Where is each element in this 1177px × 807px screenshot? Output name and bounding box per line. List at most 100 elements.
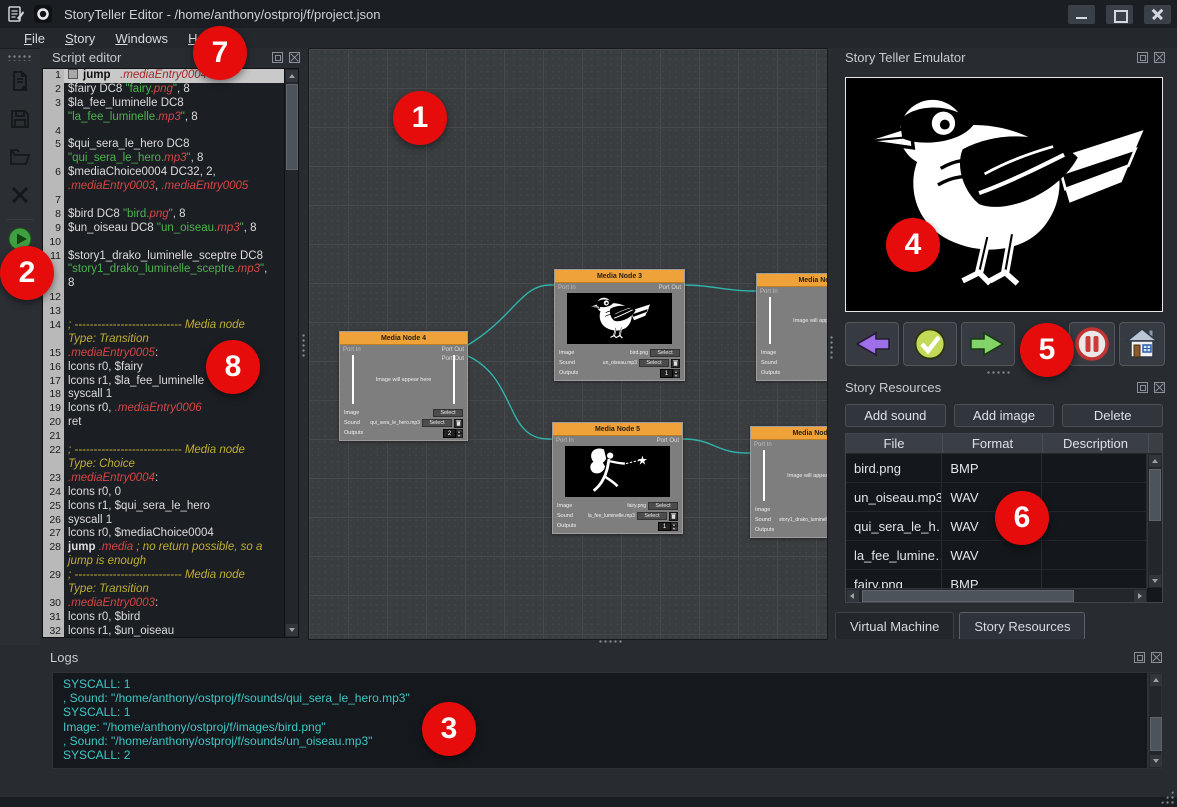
node-title[interactable]: Media Node 3 [555,270,684,283]
table-row[interactable]: fairy.pngBMP [846,570,1147,588]
table-vertical-scrollbar[interactable] [1147,454,1162,588]
table-row[interactable]: bird.pngBMP [846,454,1147,483]
code-line[interactable]: 3$la_fee_luminelle DC8 [43,97,284,111]
scroll-down-icon[interactable] [286,624,298,636]
scroll-right-icon[interactable] [1134,590,1146,602]
code-line[interactable]: 29; ---------------------------- Media n… [43,569,284,583]
column-header-format[interactable]: Format [943,434,1043,453]
float-panel-icon[interactable] [1134,652,1145,663]
table-row[interactable]: la_fee_lumine…WAV [846,541,1147,570]
code-line[interactable]: 1jump .mediaEntry0004 [43,69,284,83]
splitter-handle[interactable] [986,370,1010,376]
node-title[interactable]: Media Node 4 [340,332,467,345]
code-line[interactable]: 20ret [43,416,284,430]
code-line[interactable]: 4 [43,125,284,139]
table-horizontal-scrollbar[interactable] [846,588,1147,602]
spinner-arrows[interactable] [456,429,463,438]
tab-story-resources[interactable]: Story Resources [959,612,1085,639]
sound-select-button[interactable]: Select [637,512,667,520]
code-line[interactable]: 13 [43,305,284,319]
logs-scrollbar[interactable] [1148,672,1162,769]
code-line[interactable]: 23.mediaEntry0004: [43,472,284,486]
code-line[interactable]: 30.mediaEntry0003: [43,597,284,611]
scroll-up-icon[interactable] [286,70,298,82]
spinner-arrows[interactable] [671,522,678,531]
scroll-left-icon[interactable] [847,590,859,602]
float-panel-icon[interactable] [272,52,283,63]
scrollbar-thumb[interactable] [1149,469,1161,521]
column-header-file[interactable]: File [846,434,943,453]
code-line[interactable]: 27lcons r0, $mediaChoice0004 [43,527,284,541]
script-editor-scrollbar[interactable] [284,69,298,637]
code-line[interactable]: Type: Transition [43,583,284,597]
sound-select-button[interactable]: Select [639,359,669,367]
code-line[interactable]: 19lcons r0, .mediaEntry0006 [43,402,284,416]
column-header-description[interactable]: Description [1043,434,1149,453]
code-line[interactable]: 9$un_oiseau DC8 "un_oiseau.mp3", 8 [43,222,284,236]
scrollbar-thumb[interactable] [1150,717,1162,751]
port-out[interactable]: Port Out [659,284,681,293]
node-title[interactable]: Media Node 5 [553,423,682,436]
delete-button[interactable]: Delete [1062,404,1163,427]
port-in[interactable]: Port In [558,285,576,291]
open-folder-icon[interactable] [8,145,32,169]
add-sound-button[interactable]: Add sound [845,404,946,427]
port-in[interactable]: Port In [760,289,778,295]
script-editor[interactable]: 1jump .mediaEntry00042$fairy DC8 "fairy.… [42,68,299,638]
trash-icon[interactable] [454,419,463,428]
code-line[interactable]: 10 [43,236,284,250]
code-line[interactable]: 25lcons r1, $qui_sera_le_hero [43,500,284,514]
toolbar-drag-handle[interactable] [7,54,33,61]
node-title[interactable]: Media Node 6 [751,427,828,440]
close-panel-icon[interactable] [1154,382,1165,393]
float-panel-icon[interactable] [1137,52,1148,63]
port-in[interactable]: Port In [754,442,772,448]
home-button[interactable] [1119,322,1165,366]
code-line[interactable]: 12 [43,291,284,305]
validate-button[interactable] [903,322,957,366]
code-line[interactable]: Type: Choice [43,458,284,472]
close-panel-icon[interactable] [1151,652,1162,663]
port-in[interactable]: Port In [556,438,574,444]
code-line[interactable]: jump is enough [43,555,284,569]
close-panel-icon[interactable] [1154,52,1165,63]
sound-select-button[interactable]: Select [422,419,452,427]
code-line[interactable]: 31lcons r0, $bird [43,611,284,625]
media-node-5[interactable]: Media Node 5Port InPort OutImagefairy.pn… [552,422,683,534]
code-line[interactable]: 11$story1_drako_luminelle_sceptre DC8 [43,250,284,264]
media-node-6[interactable]: Media Node 6Port InImage will appear her… [750,426,828,538]
port-out[interactable]: Port Out [657,437,679,446]
menu-file[interactable]: File [14,30,55,47]
image-select-button[interactable]: Select [648,502,678,510]
save-icon[interactable] [8,107,32,131]
splitter-handle[interactable] [829,335,835,359]
previous-button[interactable] [845,322,899,366]
close-panel-icon[interactable] [289,52,300,63]
float-panel-icon[interactable] [1137,382,1148,393]
splitter-handle[interactable] [301,333,307,357]
menu-windows[interactable]: Windows [105,30,178,47]
code-line[interactable]: 2$fairy DC8 "fairy.png", 8 [43,83,284,97]
delete-icon[interactable] [8,183,32,207]
scroll-up-icon[interactable] [1149,455,1161,467]
menu-story[interactable]: Story [55,30,105,47]
code-line[interactable]: "qui_sera_le_hero.mp3", 8 [43,152,284,166]
code-line[interactable]: "la_fee_luminelle.mp3", 8 [43,111,284,125]
next-button[interactable] [961,322,1015,366]
code-line[interactable]: .mediaEntry0003, .mediaEntry0005 [43,180,284,194]
code-line[interactable]: 28jump .media ; no return possible, so a [43,541,284,555]
code-line[interactable]: 32lcons r1, $un_oiseau [43,625,284,637]
code-line[interactable]: 7 [43,194,284,208]
outputs-spinner[interactable]: 2 [443,429,463,438]
titlebar[interactable]: StoryTeller Editor - /home/anthony/ostpr… [0,0,1177,28]
scroll-up-icon[interactable] [1150,674,1162,686]
maximize-icon[interactable] [1106,5,1133,24]
code-line[interactable]: 21 [43,430,284,444]
code-line[interactable]: 22; ---------------------------- Media n… [43,444,284,458]
image-select-button[interactable]: Select [650,349,680,357]
code-line[interactable]: 26syscall 1 [43,514,284,528]
scrollbar-thumb[interactable] [286,84,298,170]
add-image-button[interactable]: Add image [954,404,1055,427]
code-line[interactable]: 24lcons r0, 0 [43,486,284,500]
code-line[interactable]: 6$mediaChoice0004 DC32, 2, [43,166,284,180]
